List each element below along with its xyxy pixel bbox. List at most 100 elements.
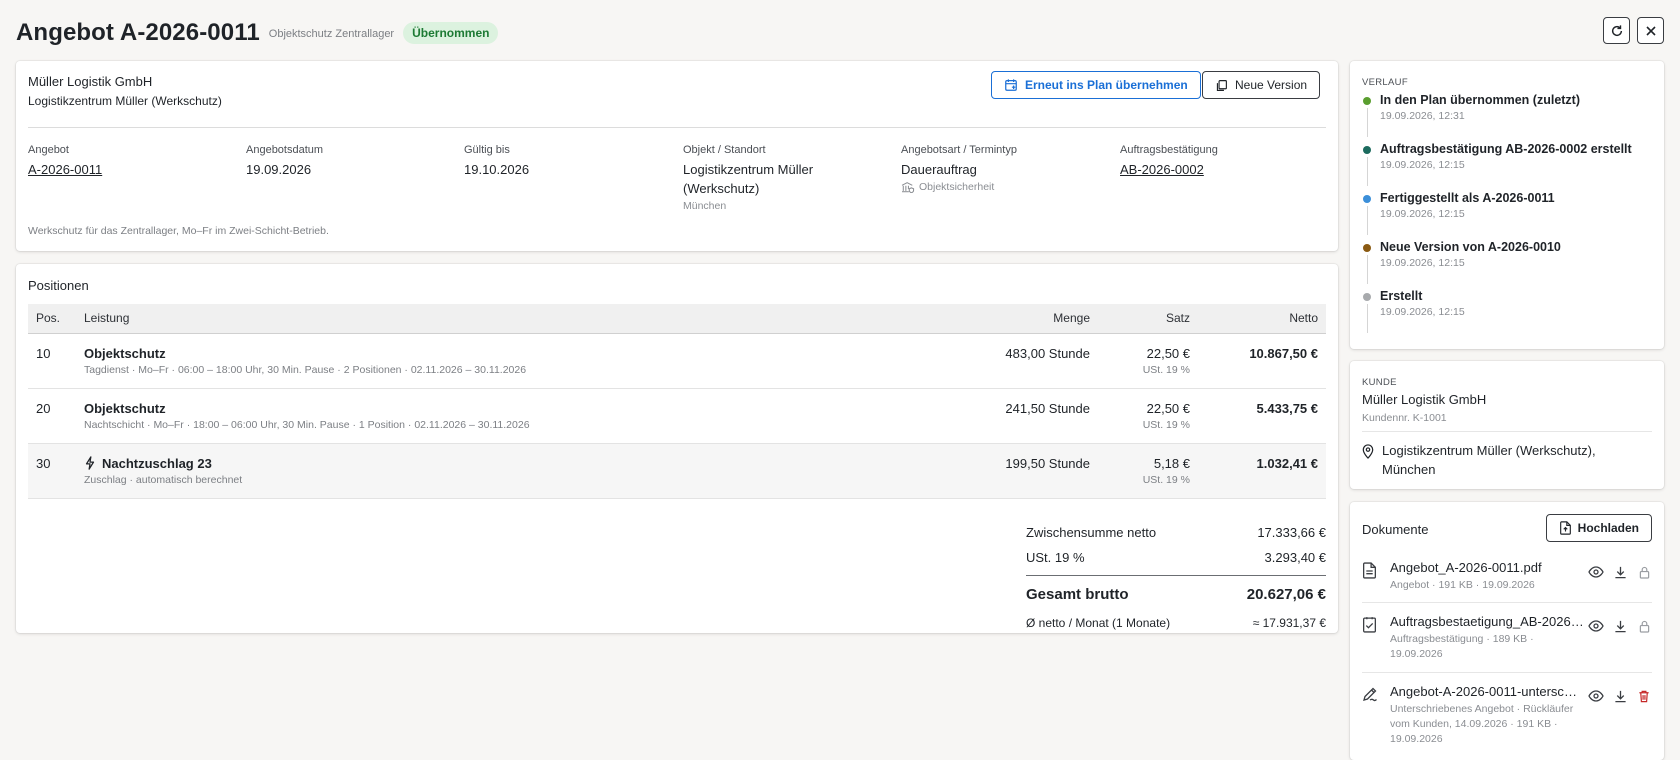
history-connector bbox=[1366, 108, 1368, 137]
page-title: Angebot A-2026-0011 bbox=[16, 19, 260, 46]
service-title: Objektschutz bbox=[84, 400, 166, 416]
view-button[interactable] bbox=[1588, 618, 1604, 634]
cell-menge: 483,00 Stunde bbox=[948, 333, 1098, 389]
document-body: Auftragsbestaetigung_AB-2026-0002.pdf Au… bbox=[1390, 614, 1586, 662]
monthly-net-row: Ø netto / Monat (1 Monate) ≈ 17.931,37 € bbox=[1026, 609, 1326, 637]
document-name[interactable]: Auftragsbestaetigung_AB-2026-0002.pdf bbox=[1390, 614, 1586, 629]
cell-satz: 5,18 € USt. 19 % bbox=[1098, 443, 1198, 499]
trash-icon bbox=[1639, 690, 1649, 702]
totals-divider bbox=[1026, 575, 1326, 576]
download-button[interactable] bbox=[1612, 618, 1628, 634]
field-label: Auftragsbestätigung bbox=[1120, 144, 1218, 156]
customer-name: Müller Logistik GmbH bbox=[1362, 392, 1487, 407]
lock-button[interactable] bbox=[1636, 618, 1652, 634]
col-menge: Menge bbox=[948, 304, 1098, 334]
customer-address-text: Logistikzentrum Müller (Werkschutz), Mün… bbox=[1382, 443, 1596, 477]
document-item[interactable]: Angebot_A-2026-0011.pdf Angebot · 191 KB… bbox=[1362, 560, 1652, 593]
history-timeline: In den Plan übernommen (zuletzt) 19.09.2… bbox=[1362, 93, 1652, 338]
download-icon bbox=[1614, 566, 1626, 578]
cell-satz: 22,50 € USt. 19 % bbox=[1098, 388, 1198, 444]
field-label: Angebot bbox=[28, 144, 69, 156]
lock-icon bbox=[1639, 566, 1649, 579]
file-upload-icon bbox=[1559, 521, 1571, 535]
page-subtitle: Objektschutz Zentrallager bbox=[268, 28, 395, 40]
document-item[interactable]: Angebot-A-2026-0011-unterschrieben.pdf U… bbox=[1362, 684, 1652, 747]
history-item: In den Plan übernommen (zuletzt) 19.09.2… bbox=[1362, 93, 1652, 142]
history-item: Erstellt 19.09.2026, 12:15 bbox=[1362, 289, 1652, 338]
divider bbox=[1362, 602, 1652, 603]
history-connector bbox=[1366, 157, 1368, 186]
offer-note: Werkschutz für das Zentrallager, Mo–Fr i… bbox=[28, 225, 329, 237]
history-dot bbox=[1363, 293, 1371, 301]
document-meta: Auftragsbestätigung · 189 KB · 19.09.202… bbox=[1390, 633, 1534, 660]
cell-leistung: Objektschutz Nachtschicht · Mo–Fr · 18:0… bbox=[76, 388, 948, 444]
table-row[interactable]: 10 Objektschutz Tagdienst · Mo–Fr · 06:0… bbox=[28, 333, 1326, 389]
table-row[interactable]: 20 Objektschutz Nachtschicht · Mo–Fr · 1… bbox=[28, 388, 1326, 444]
history-title: In den Plan übernommen (zuletzt) bbox=[1380, 93, 1581, 107]
field-value: 19.09.2026 bbox=[246, 162, 312, 177]
reapply-plan-button[interactable]: Erneut ins Plan übernehmen bbox=[991, 71, 1201, 99]
service-title: Objektschutz bbox=[84, 345, 166, 361]
lock-button[interactable] bbox=[1636, 564, 1652, 580]
subtotal-label: Zwischensumme netto bbox=[1026, 525, 1157, 540]
lock-icon bbox=[1639, 620, 1649, 633]
document-item[interactable]: Auftragsbestaetigung_AB-2026-0002.pdf Au… bbox=[1362, 614, 1652, 662]
site-name: Logistikzentrum Müller (Werkschutz) bbox=[28, 94, 222, 108]
history-time: 19.09.2026, 12:15 bbox=[1380, 306, 1465, 318]
document-actions bbox=[1588, 560, 1652, 593]
field-label: Gültig bis bbox=[464, 144, 510, 156]
refresh-button[interactable] bbox=[1603, 17, 1630, 44]
upload-button[interactable]: Hochladen bbox=[1545, 514, 1652, 542]
history-item: Auftragsbestätigung AB-2026-0002 erstell… bbox=[1362, 142, 1652, 191]
history-dot bbox=[1363, 195, 1371, 203]
cell-netto: 5.433,75 € bbox=[1198, 388, 1326, 444]
building-shield-icon bbox=[901, 182, 915, 193]
document-icon-wrap bbox=[1362, 560, 1380, 593]
rate-value: 5,18 € bbox=[1153, 455, 1190, 471]
col-pos: Pos. bbox=[28, 304, 76, 334]
delete-button[interactable] bbox=[1636, 688, 1652, 704]
positions-title: Positionen bbox=[28, 278, 89, 293]
customer-label: KUNDE bbox=[1362, 377, 1397, 388]
close-button[interactable] bbox=[1637, 17, 1664, 44]
col-leistung: Leistung bbox=[76, 304, 948, 334]
location-pin-icon bbox=[1362, 444, 1374, 459]
new-version-button[interactable]: Neue Version bbox=[1202, 71, 1321, 99]
history-dot bbox=[1363, 97, 1371, 105]
view-button[interactable] bbox=[1588, 564, 1604, 580]
cell-menge: 241,50 Stunde bbox=[948, 388, 1098, 444]
download-button[interactable] bbox=[1612, 564, 1628, 580]
field-label: Objekt / Standort bbox=[683, 144, 766, 156]
status-badge: Übernommen bbox=[403, 22, 499, 44]
download-button[interactable] bbox=[1612, 688, 1628, 704]
gross-total-row: Gesamt brutto 20.627,06 € bbox=[1026, 579, 1326, 609]
history-time: 19.09.2026, 12:15 bbox=[1380, 208, 1465, 220]
field-angebotsart: Angebotsart / Termintyp Dauerauftrag Obj… bbox=[901, 144, 1111, 193]
gross-total-value: 20.627,06 € bbox=[1246, 585, 1326, 603]
table-row[interactable]: 30 Nachtzuschlag 23 Zuschlag · automatis… bbox=[28, 443, 1326, 499]
history-connector bbox=[1366, 304, 1368, 333]
order-confirmation-link[interactable]: AB-2026-0002 bbox=[1120, 162, 1204, 177]
view-button[interactable] bbox=[1588, 688, 1604, 704]
document-name[interactable]: Angebot_A-2026-0011.pdf bbox=[1390, 560, 1586, 575]
cell-pos: 20 bbox=[28, 388, 76, 444]
history-card: VERLAUF In den Plan übernommen (zuletzt)… bbox=[1350, 61, 1664, 349]
lightning-icon bbox=[85, 456, 95, 470]
history-item: Neue Version von A-2026-0010 19.09.2026,… bbox=[1362, 240, 1652, 289]
service-title: Nachtzuschlag 23 bbox=[102, 455, 212, 471]
history-item: Fertiggestellt als A-2026-0011 19.09.202… bbox=[1362, 191, 1652, 240]
service-desc: Zuschlag · automatisch berechnet bbox=[84, 473, 243, 486]
page-header: Angebot A-2026-0011 Objektschutz Zentral… bbox=[16, 14, 1664, 52]
cell-menge: 199,50 Stunde bbox=[948, 443, 1098, 499]
close-icon bbox=[1645, 25, 1656, 36]
history-time: 19.09.2026, 12:31 bbox=[1380, 110, 1465, 122]
new-version-label: Neue Version bbox=[1235, 78, 1308, 92]
offer-number-link[interactable]: A-2026-0011 bbox=[28, 162, 102, 177]
customer-card: KUNDE Müller Logistik GmbH Kundennr. K-1… bbox=[1350, 361, 1664, 489]
history-connector bbox=[1366, 255, 1368, 284]
service-desc: Tagdienst · Mo–Fr · 06:00 – 18:00 Uhr, 3… bbox=[84, 363, 527, 376]
offer-details-card: Müller Logistik GmbH Logistikzentrum Mül… bbox=[16, 61, 1338, 251]
document-name[interactable]: Angebot-A-2026-0011-unterschrieben.pdf bbox=[1390, 684, 1580, 699]
document-meta: Unterschriebenes Angebot · Rückläufer vo… bbox=[1390, 703, 1574, 745]
field-value: Logistikzentrum Müller (Werkschutz) bbox=[683, 162, 814, 196]
